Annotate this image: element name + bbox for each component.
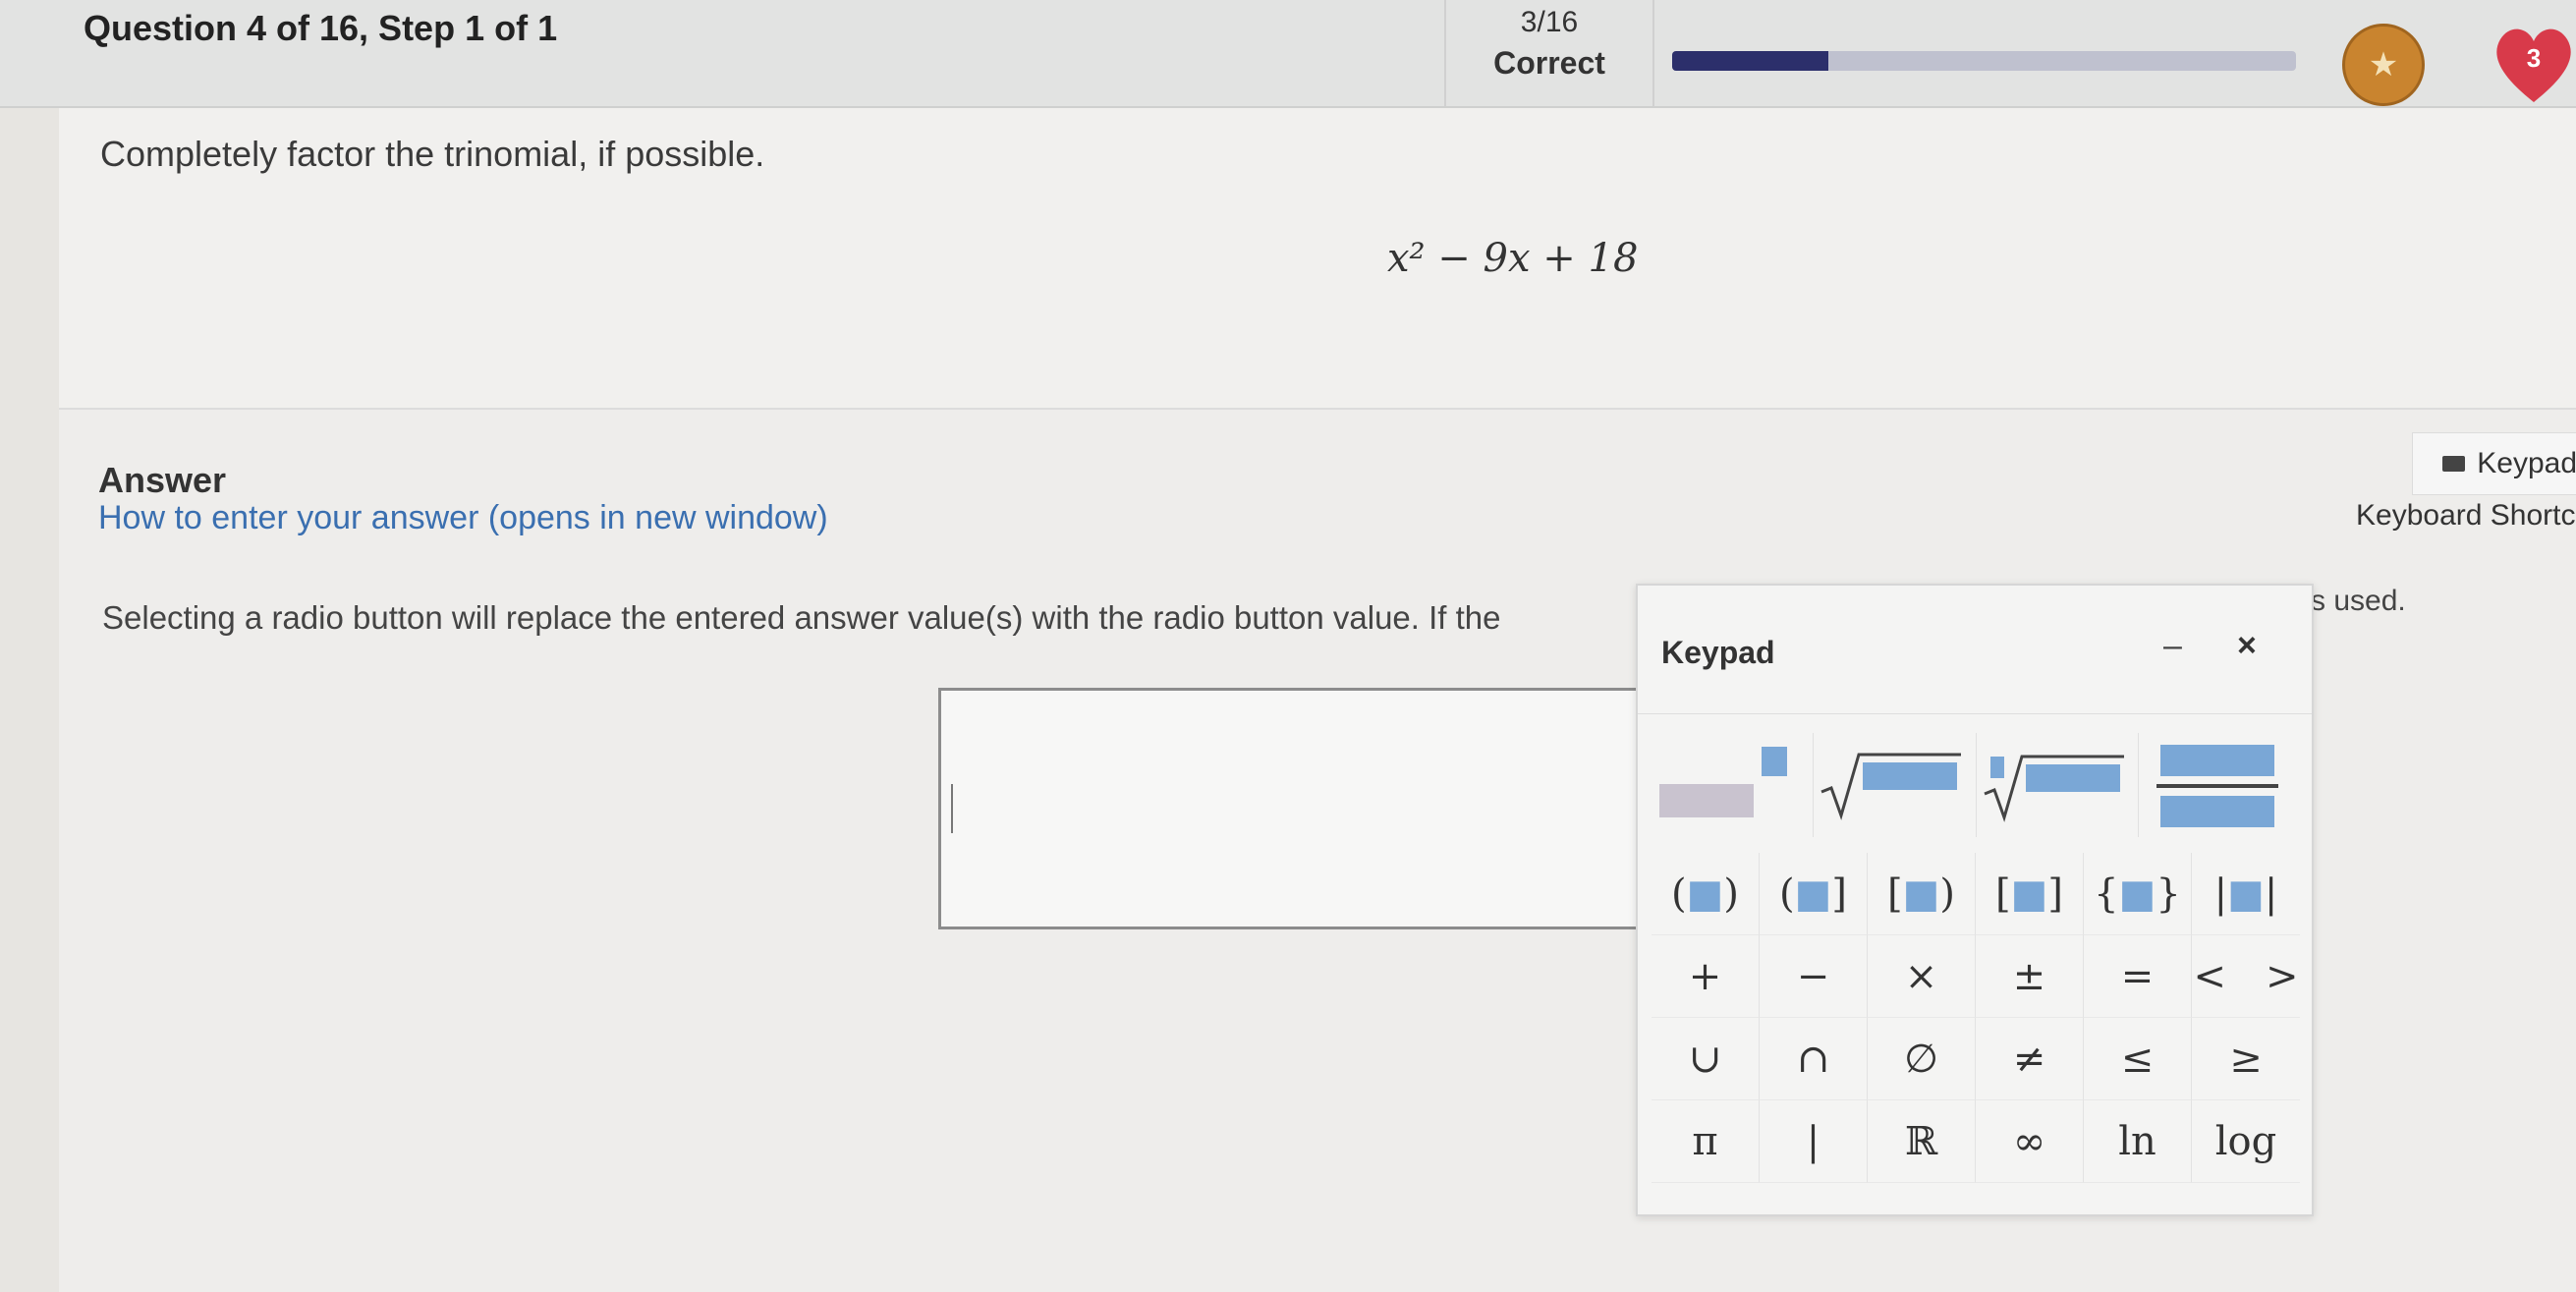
key-log[interactable]: log — [2192, 1100, 2300, 1183]
key-ln[interactable]: ln — [2084, 1100, 2192, 1183]
keypad-header: Keypad – × — [1638, 586, 2312, 714]
key-closed-interval[interactable]: [■] — [1976, 853, 2084, 935]
key-set-braces[interactable]: {■} — [2084, 853, 2192, 935]
score-status: Correct — [1493, 45, 1605, 81]
key-plus[interactable]: + — [1652, 935, 1760, 1018]
key-times[interactable]: × — [1868, 935, 1976, 1018]
exponent-placeholder — [1762, 747, 1787, 776]
fraction-key[interactable] — [2139, 733, 2300, 837]
key-half-open-right[interactable]: [■) — [1868, 853, 1976, 935]
keyboard-icon — [2442, 456, 2466, 472]
progress-fill — [1672, 51, 1828, 71]
score-panel: 3/16 Correct — [1444, 0, 1654, 106]
radio-instruction: Selecting a radio button will replace th… — [102, 599, 1501, 636]
key-less-than[interactable]: < — [2193, 954, 2226, 999]
score-fraction: 3/16 — [1520, 6, 1579, 38]
square-root-key[interactable] — [1814, 733, 1977, 837]
base-placeholder — [1659, 784, 1754, 817]
trophy-icon[interactable]: ★ — [2342, 24, 2425, 106]
nth-root-icon — [1983, 755, 2124, 822]
keyboard-shortcuts-link[interactable]: Keyboard Shortc — [2356, 499, 2575, 533]
key-pi[interactable]: π — [1652, 1100, 1760, 1183]
keypad-toggle-label: Keypad — [2477, 447, 2576, 479]
key-greater-than[interactable]: > — [2266, 954, 2299, 999]
nth-root-key[interactable] — [1977, 733, 2139, 837]
text-caret — [951, 784, 953, 833]
fraction-icon — [2156, 745, 2278, 827]
radio-instruction-tail: s used. — [2311, 585, 2406, 617]
key-union[interactable]: ∪ — [1652, 1018, 1760, 1100]
key-plus-minus[interactable]: ± — [1976, 935, 2084, 1018]
key-less-greater[interactable]: < > — [2192, 935, 2300, 1018]
key-absolute-value[interactable]: | ■ | — [2192, 853, 2300, 935]
how-to-enter-link[interactable]: How to enter your answer (opens in new w… — [98, 499, 828, 537]
keypad-minimize-button[interactable]: – — [2163, 627, 2182, 665]
progress-bar — [1672, 51, 2296, 71]
key-reals[interactable]: ℝ — [1868, 1100, 1976, 1183]
key-intersection[interactable]: ∩ — [1760, 1018, 1868, 1100]
key-greater-equal[interactable]: ≥ — [2192, 1018, 2300, 1100]
hearts-count: 3 — [2526, 43, 2542, 73]
key-less-equal[interactable]: ≤ — [2084, 1018, 2192, 1100]
keypad-close-button[interactable]: × — [2237, 627, 2257, 665]
key-empty-set[interactable]: ∅ — [1868, 1018, 1976, 1100]
key-minus[interactable]: − — [1760, 935, 1868, 1018]
keypad-toggle-button[interactable]: Keypad — [2412, 432, 2576, 495]
symbol-grid: (■) (■] [■) [■] {■} | ■ | + − × ± = < > ∪ … — [1652, 853, 2300, 1183]
question-panel: Completely factor the trinomial, if poss… — [59, 108, 2576, 410]
superscript-key[interactable] — [1652, 733, 1815, 837]
keypad-panel: Keypad – × (■) (■] [■) [■] {■}… — [1636, 584, 2314, 1216]
key-infinity[interactable]: ∞ — [1976, 1100, 2084, 1183]
answer-input[interactable] — [938, 688, 1652, 929]
keypad-title: Keypad — [1661, 635, 1775, 670]
key-half-open-left[interactable]: (■] — [1760, 853, 1868, 935]
key-equals[interactable]: = — [2084, 935, 2192, 1018]
header-bar: Question 4 of 16, Step 1 of 1 3/16 Corre… — [0, 0, 2576, 108]
square-root-icon — [1820, 753, 1962, 820]
key-open-paren-pair[interactable]: (■) — [1652, 853, 1760, 935]
key-not-equal[interactable]: ≠ — [1976, 1018, 2084, 1100]
key-such-that[interactable]: | — [1760, 1100, 1868, 1183]
answer-label: Answer — [98, 460, 227, 500]
template-row — [1652, 733, 2300, 837]
trinomial-expression: x² − 9x + 18 — [1387, 236, 1639, 281]
question-prompt: Completely factor the trinomial, if poss… — [100, 134, 765, 174]
question-step-title: Question 4 of 16, Step 1 of 1 — [84, 8, 558, 48]
heart-icon: 3 — [2491, 22, 2576, 106]
